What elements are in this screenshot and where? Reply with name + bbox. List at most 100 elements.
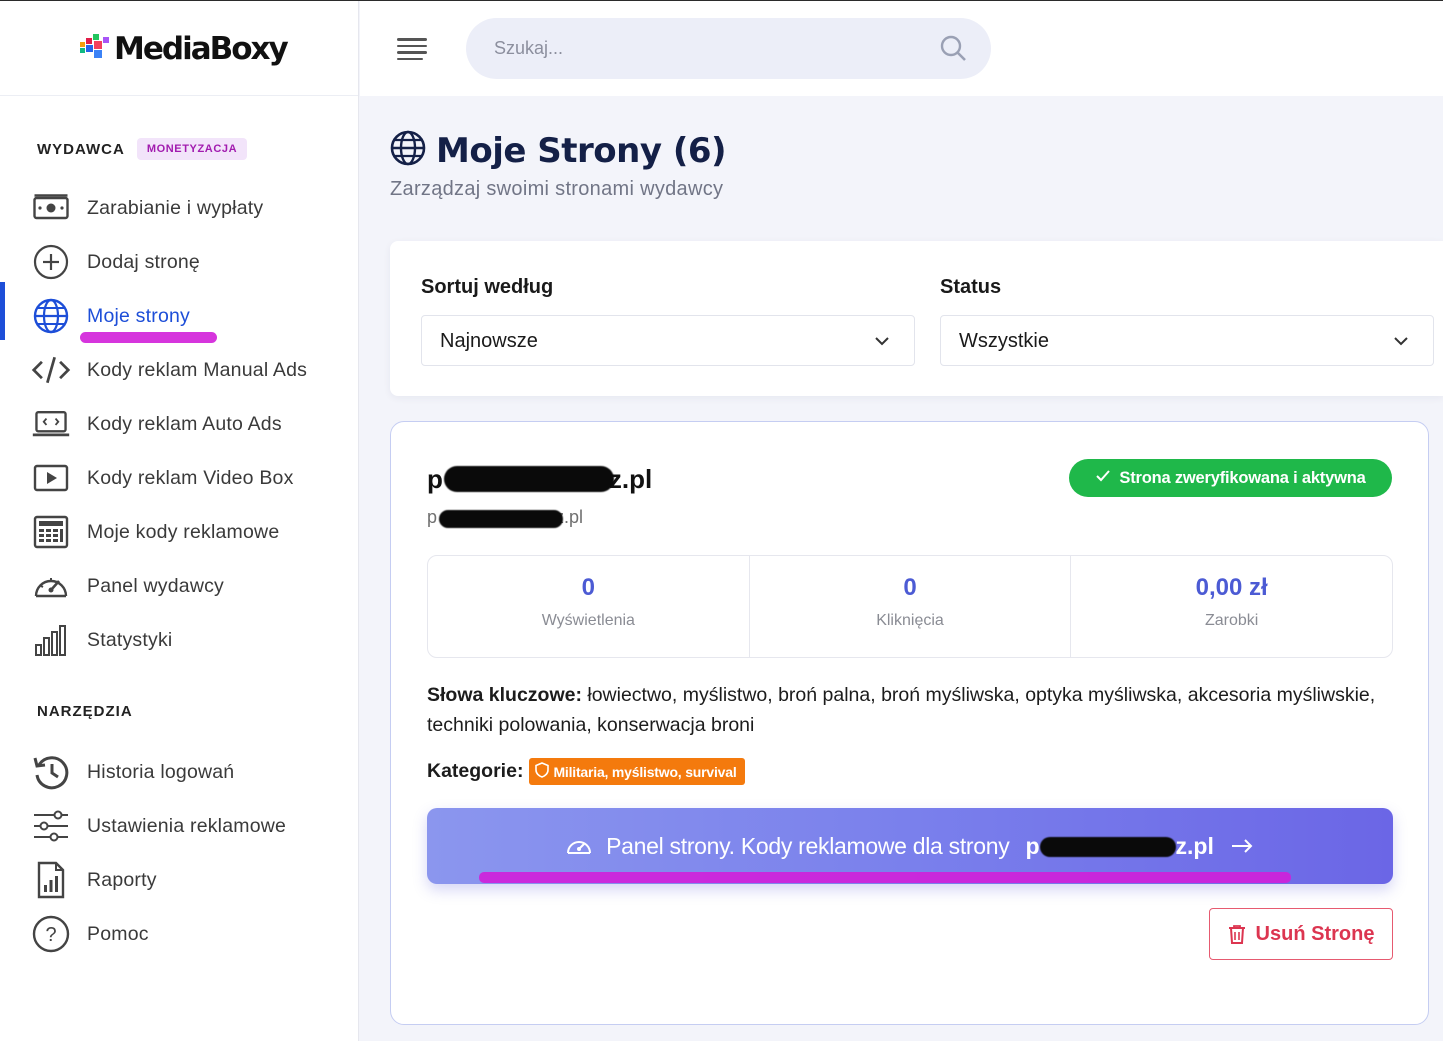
sidebar-item-label: Kody reklam Video Box (87, 466, 294, 489)
page-title: Moje Strony (6) (390, 130, 727, 171)
sort-label: Sortuj według (421, 276, 554, 298)
sidebar-item-label: Kody reklam Manual Ads (87, 358, 308, 381)
sidebar-item-ad-settings[interactable]: Ustawienia reklamowe (0, 799, 358, 853)
help-icon: ? (31, 914, 71, 954)
menu-toggle-icon[interactable] (397, 38, 427, 60)
sidebar-item-label: Ustawienia reklamowe (87, 814, 287, 837)
sidebar-item-login-history[interactable]: Historia logowań (0, 745, 358, 799)
sidebar-item-manual-ads[interactable]: Kody reklam Manual Ads (0, 343, 358, 397)
sliders-icon (31, 806, 71, 846)
stat-caption: Zarobki (1205, 612, 1259, 629)
video-play-icon (31, 458, 71, 498)
stat-value: 0,00 zł (1195, 574, 1268, 601)
keywords: Słowa kluczowe: łowiectwo, myślistwo, br… (427, 680, 1387, 740)
category-badge: Militaria, myślistwo, survival (529, 758, 745, 785)
sidebar-item-label: Zarabianie i wypłaty (87, 196, 264, 219)
top-header (360, 1, 1443, 96)
section-title-publisher: WYDAWCA MONETYZACJA (37, 138, 248, 160)
sidebar-item-help[interactable]: ? Pomoc (0, 907, 358, 961)
speedometer-icon (31, 566, 71, 606)
sidebar-item-label: Raporty (87, 868, 157, 891)
laptop-code-icon (31, 404, 71, 444)
sort-value: Najnowsze (440, 330, 538, 352)
status-label: Status (940, 276, 1002, 298)
sidebar-item-label: Kody reklam Auto Ads (87, 412, 282, 435)
category-text: Militaria, myślistwo, survival (553, 763, 737, 780)
categories-label: Kategorie: (427, 760, 524, 782)
verified-status-badge: Strona zweryfikowana i aktywna (1069, 459, 1392, 497)
highlight-marker (479, 872, 1291, 883)
site-title-start: p (427, 464, 443, 494)
categories: Kategorie: Militaria, myślistwo, surviva… (427, 758, 745, 785)
stat-value: 0 (581, 574, 596, 601)
delete-site-label: Usuń Stronę (1255, 922, 1375, 945)
sidebar-item-statistics[interactable]: Statystyki (0, 613, 358, 667)
sidebar-item-label: Statystyki (87, 628, 173, 651)
sidebar-item-label: Pomoc (87, 922, 149, 945)
globe-icon (390, 130, 426, 171)
redaction-mark (439, 510, 563, 528)
sidebar-item-my-ad-codes[interactable]: Moje kody reklamowe (0, 505, 358, 559)
plus-circle-icon (31, 242, 71, 282)
stat-caption: Kliknięcia (876, 612, 944, 629)
chevron-down-icon (874, 333, 890, 354)
sidebar-item-auto-ads[interactable]: Kody reklam Auto Ads (0, 397, 358, 451)
sidebar-item-label: Moje strony (87, 304, 190, 327)
sidebar: MediaBoxy WYDAWCA MONETYZACJA Zarabianie… (0, 1, 359, 1041)
search-input[interactable] (494, 18, 914, 79)
code-icon (31, 350, 71, 390)
sidebar-item-reports[interactable]: Raporty (0, 853, 358, 907)
stat-earnings: 0,00 zł Zarobki (1071, 556, 1392, 657)
chevron-down-icon (1393, 333, 1409, 354)
shield-icon (535, 762, 550, 781)
site-card: p z.pl p z.pl Strona zweryfikowana i aktyw… (390, 421, 1429, 1025)
section-title-text: NARZĘDZIA (37, 703, 133, 720)
page-title-text: Moje Strony (6) (436, 130, 727, 171)
search-icon[interactable] (939, 34, 967, 67)
logo-area: MediaBoxy (0, 1, 358, 96)
money-icon (31, 188, 71, 228)
sidebar-item-add-site[interactable]: Dodaj stronę (0, 235, 358, 289)
stat-caption: Wyświetlenia (541, 612, 635, 629)
sidebar-item-publisher-panel[interactable]: Panel wydawcy (0, 559, 358, 613)
verified-status-text: Strona zweryfikowana i aktywna (1119, 468, 1366, 487)
site-url-start: p (427, 507, 438, 527)
globe-icon (31, 296, 71, 336)
monetization-badge: MONETYZACJA (136, 138, 248, 160)
status-select[interactable]: Wszystkie (940, 315, 1434, 366)
section-title-text: WYDAWCA (37, 140, 125, 158)
search-bar (466, 18, 991, 79)
filters-panel: Sortuj według Najnowsze Status Wszystkie (390, 241, 1443, 396)
sidebar-item-earnings[interactable]: Zarabianie i wypłaty (0, 181, 358, 235)
keywords-label: Słowa kluczowe: (427, 684, 582, 706)
check-icon (1095, 468, 1111, 489)
highlight-marker (80, 332, 217, 343)
site-title-end: z.pl (608, 464, 653, 494)
delete-site-button[interactable]: Usuń Stronę (1209, 908, 1393, 960)
logo-text: MediaBoxy (114, 31, 289, 67)
calculator-icon (31, 512, 71, 552)
arrow-right-icon (1230, 838, 1254, 854)
bar-chart-icon (31, 620, 71, 660)
trash-icon (1228, 924, 1246, 944)
site-panel-domain: p z.pl (1025, 833, 1213, 860)
sidebar-item-label: Moje kody reklamowe (87, 520, 280, 543)
section-title-tools: NARZĘDZIA (37, 703, 133, 720)
logo-icon (80, 34, 114, 64)
stat-views: 0 Wyświetlenia (428, 556, 750, 657)
sidebar-item-label: Panel wydawcy (87, 574, 224, 597)
sidebar-item-label: Dodaj stronę (87, 250, 200, 273)
sort-select[interactable]: Najnowsze (421, 315, 915, 366)
speedometer-icon (566, 835, 592, 857)
panel-domain-start: p (1025, 832, 1040, 859)
page-subtitle: Zarządzaj swoimi stronami wydawcy (390, 178, 724, 200)
sidebar-item-label: Historia logowań (87, 760, 235, 783)
site-panel-button-text: Panel strony. Kody reklamowe dla strony (606, 832, 1010, 859)
status-value: Wszystkie (959, 330, 1049, 352)
history-icon (31, 752, 71, 792)
sidebar-item-video-box[interactable]: Kody reklam Video Box (0, 451, 358, 505)
svg-text:?: ? (45, 924, 56, 946)
panel-domain-end: z.pl (1175, 832, 1214, 859)
report-icon (31, 860, 71, 900)
logo[interactable]: MediaBoxy (80, 31, 289, 67)
